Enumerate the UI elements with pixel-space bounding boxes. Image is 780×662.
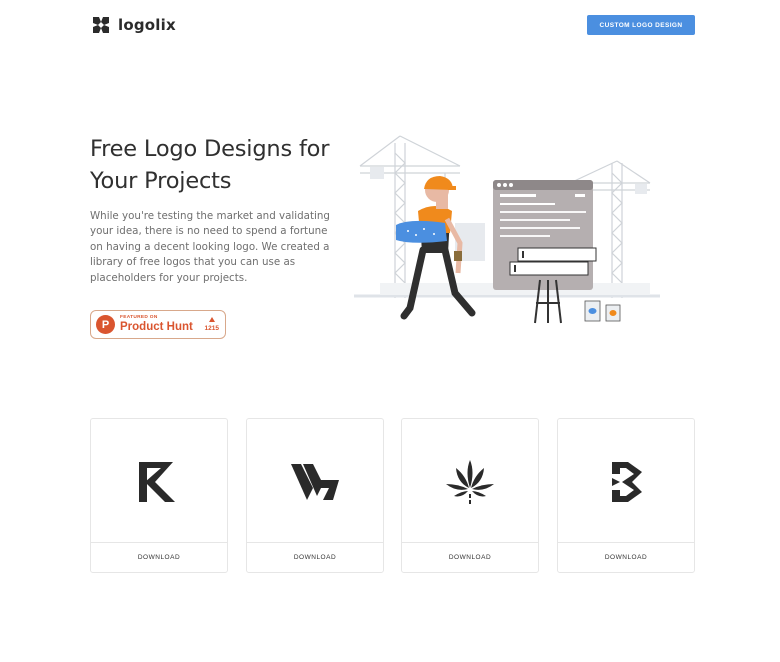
download-button[interactable]: DOWNLOAD <box>247 542 383 572</box>
hero-illustration <box>354 135 660 324</box>
custom-logo-design-button[interactable]: CUSTOM LOGO DESIGN <box>587 15 695 35</box>
logo-preview <box>91 419 227 544</box>
product-hunt-name: Product Hunt <box>120 320 193 333</box>
upvote-arrow-icon <box>208 317 215 322</box>
product-hunt-badge[interactable]: P FEATURED ON Product Hunt 1215 <box>90 310 226 339</box>
product-hunt-votes: 1215 <box>205 317 219 332</box>
logo-card[interactable]: DOWNLOAD <box>401 418 539 573</box>
download-button[interactable]: DOWNLOAD <box>91 542 227 572</box>
hero-title: Free Logo Designs for Your Projects <box>90 136 330 194</box>
download-button[interactable]: DOWNLOAD <box>402 542 538 572</box>
logo-mark-icon <box>93 17 109 33</box>
chevron-stripes-logo-icon <box>291 463 339 500</box>
r-letter-logo-icon <box>139 461 175 502</box>
product-hunt-text: FEATURED ON Product Hunt <box>120 314 193 333</box>
brand-name: logolix <box>118 16 176 34</box>
product-hunt-featured-label: FEATURED ON <box>120 314 158 320</box>
logo-preview <box>402 419 538 544</box>
hero-description: While you're testing the market and vali… <box>90 210 330 284</box>
b-hexagon-logo-icon <box>612 461 642 502</box>
logo-preview <box>558 419 694 544</box>
brand-logo[interactable]: logolix <box>90 14 176 36</box>
logo-card[interactable]: DOWNLOAD <box>90 418 228 573</box>
logo-preview <box>247 419 383 544</box>
leaf-burst-logo-icon <box>446 459 494 504</box>
product-hunt-icon: P <box>96 315 115 334</box>
product-hunt-vote-count: 1215 <box>204 325 219 332</box>
logo-card[interactable]: DOWNLOAD <box>557 418 695 573</box>
download-button[interactable]: DOWNLOAD <box>558 542 694 572</box>
browser-window-icon <box>493 180 597 290</box>
paint-can-icon <box>584 300 621 322</box>
logo-card[interactable]: DOWNLOAD <box>246 418 384 573</box>
